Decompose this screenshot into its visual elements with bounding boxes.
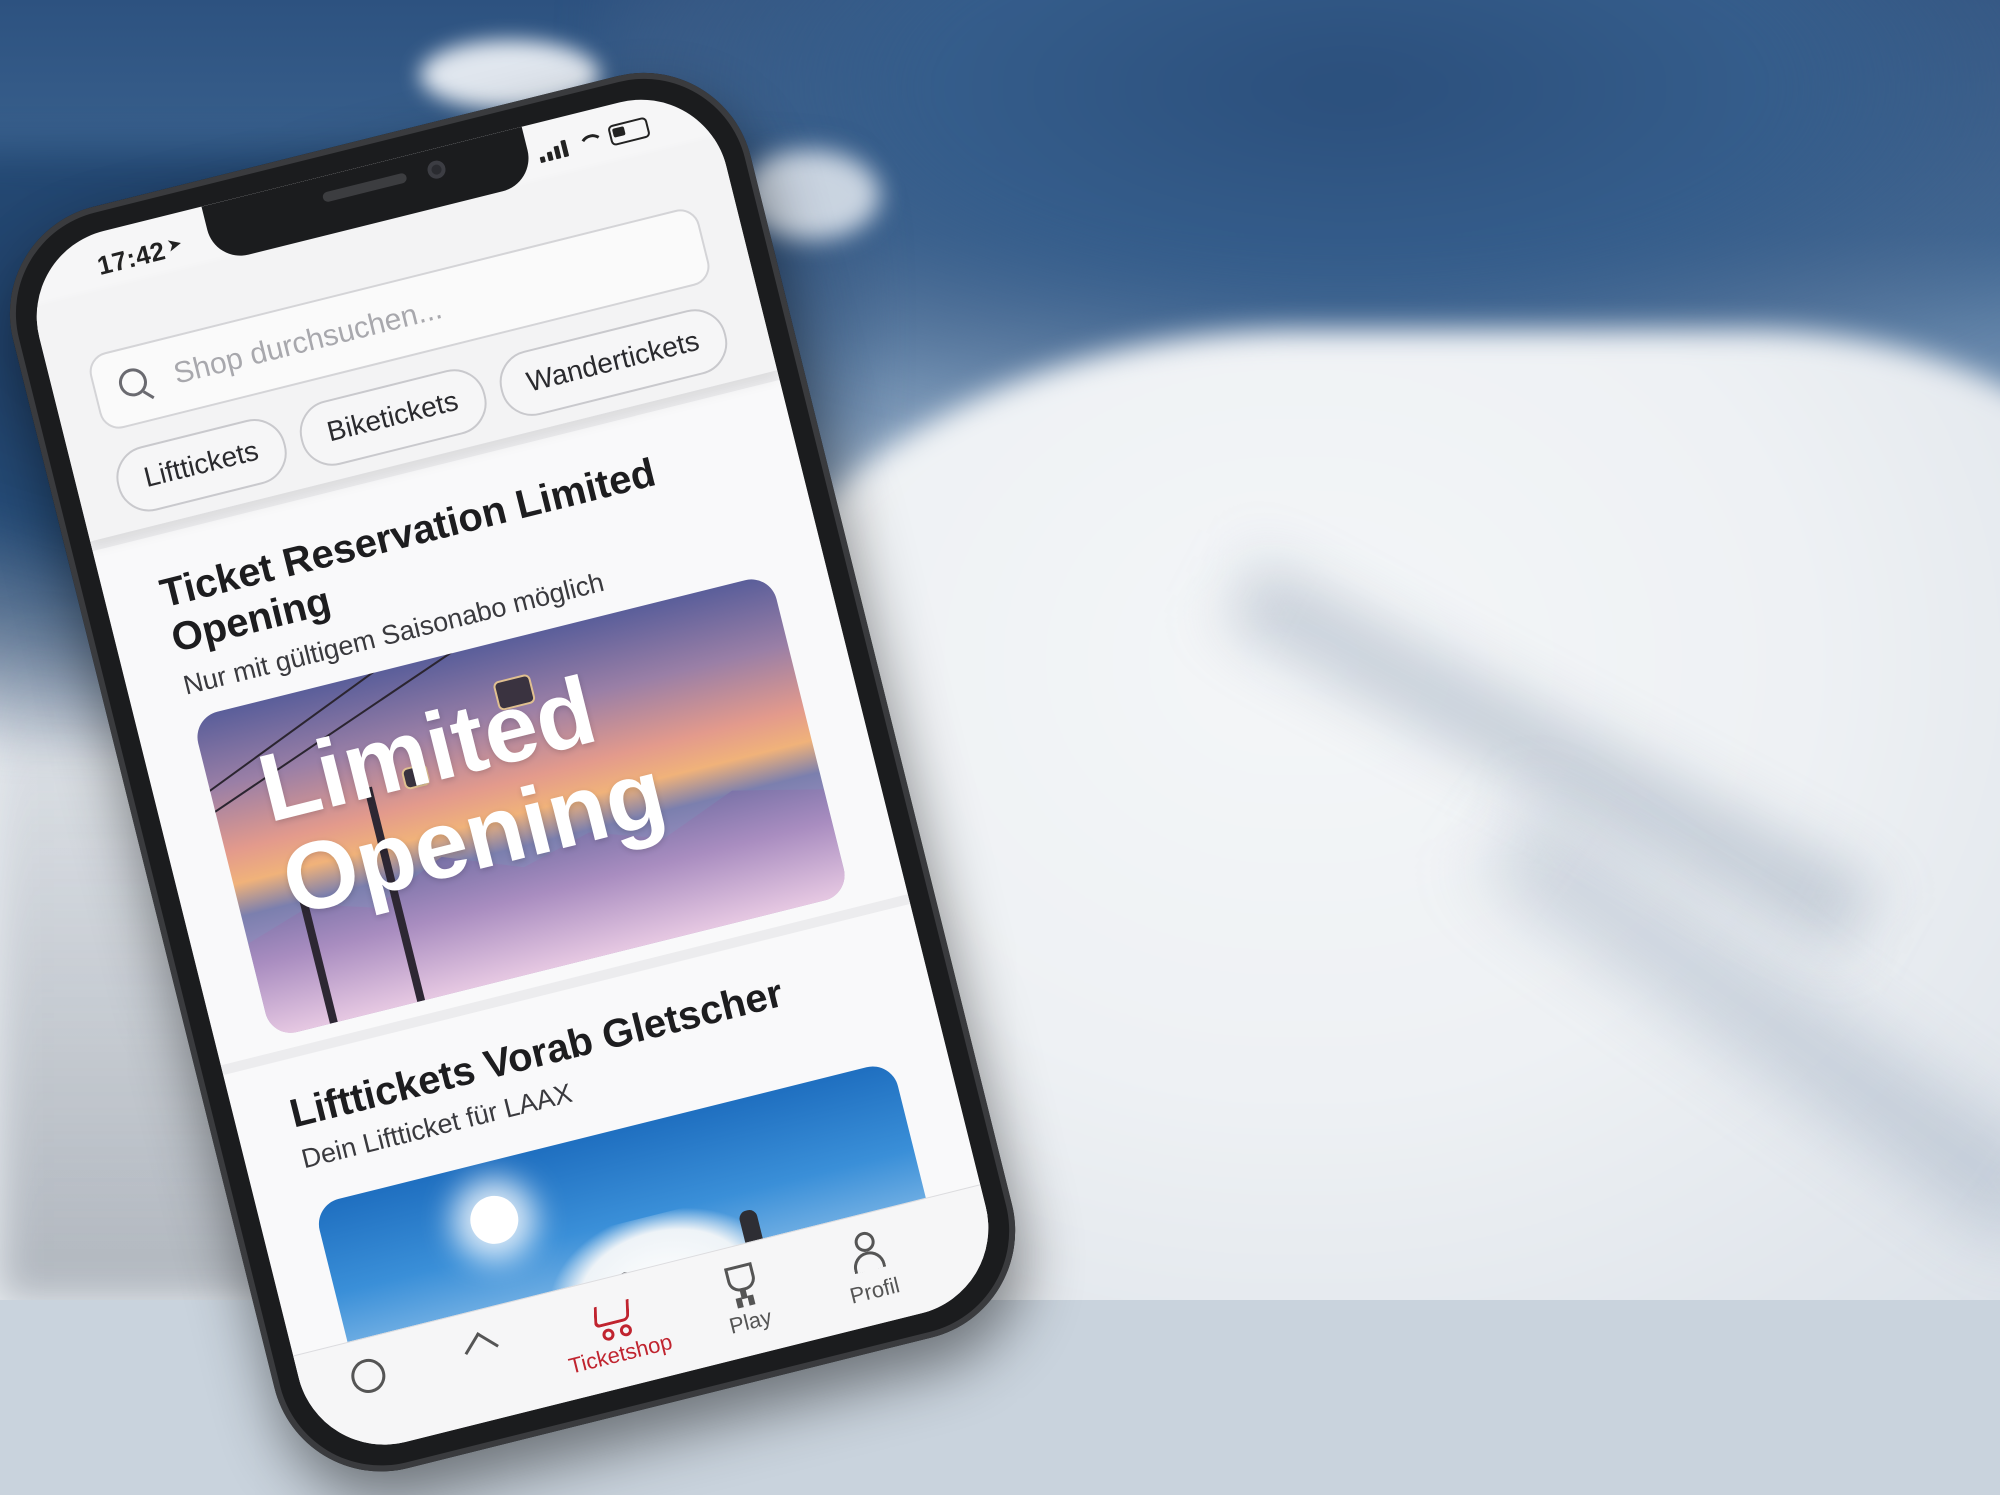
front-camera — [425, 158, 448, 181]
signal-icon — [537, 138, 570, 163]
status-icons — [536, 116, 651, 164]
status-time: 17:42 — [94, 235, 169, 281]
speaker-grille — [321, 172, 408, 203]
location-arrow-icon: ➤ — [164, 232, 185, 256]
tab-profil[interactable]: Profil — [801, 1215, 936, 1318]
battery-icon — [607, 116, 651, 147]
home-icon — [347, 1355, 389, 1397]
tab-mountain[interactable] — [423, 1310, 552, 1388]
tab-ticketshop[interactable]: Ticketshop — [547, 1279, 682, 1382]
search-icon — [116, 364, 157, 405]
tab-play[interactable]: Play — [677, 1246, 812, 1349]
mountain-icon — [464, 1327, 510, 1366]
sun — [465, 1190, 524, 1249]
person-icon — [846, 1229, 885, 1275]
tab-home[interactable] — [305, 1339, 434, 1417]
cart-icon — [584, 1292, 637, 1338]
wifi-icon — [574, 130, 602, 153]
